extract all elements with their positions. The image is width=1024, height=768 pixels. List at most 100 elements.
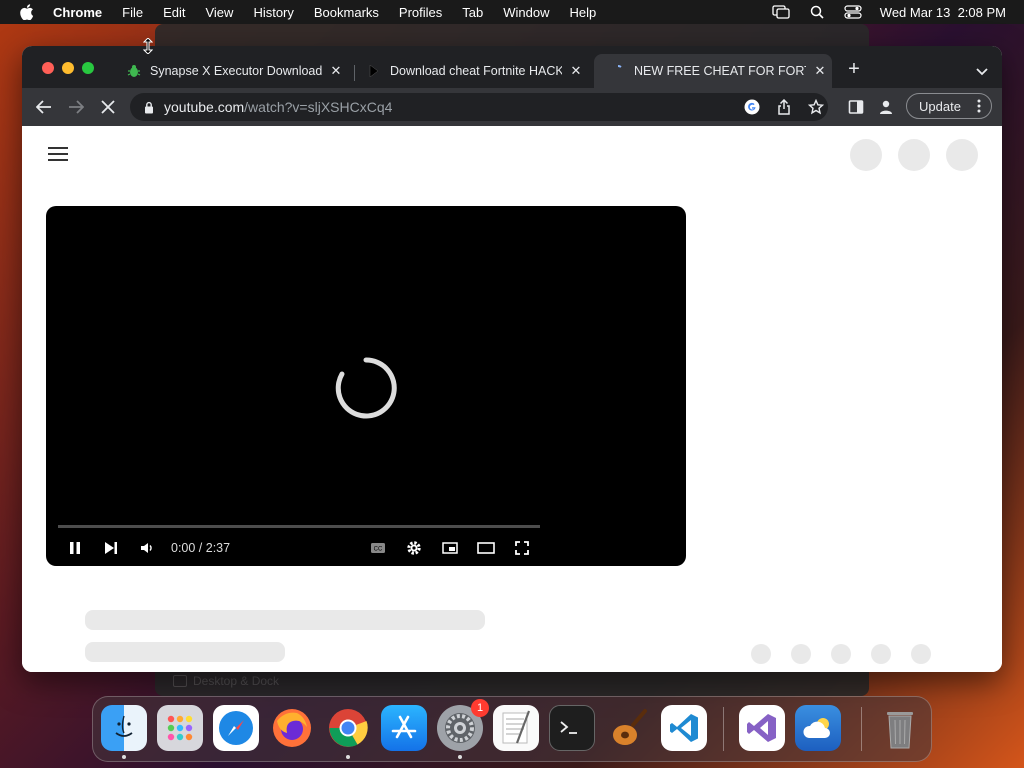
weather-icon[interactable] [795, 705, 841, 751]
lock-icon[interactable] [142, 100, 156, 114]
trash-icon[interactable] [877, 705, 923, 751]
background-window-label: Desktop & Dock [193, 674, 280, 688]
control-center-icon[interactable] [844, 4, 862, 20]
svg-text:CC: CC [374, 547, 383, 553]
launchpad-icon[interactable] [157, 705, 203, 751]
more-options-icon[interactable] [977, 99, 981, 113]
dock-separator [723, 707, 724, 751]
google-lens-icon[interactable] [744, 99, 760, 115]
resize-cursor-icon [142, 37, 154, 55]
captions-icon[interactable]: CC [369, 540, 387, 556]
miniplayer-icon[interactable] [441, 540, 459, 556]
update-button-label: Update [919, 98, 961, 114]
menu-edit[interactable]: Edit [163, 5, 185, 20]
menu-tab[interactable]: Tab [462, 5, 483, 20]
screen-mirroring-icon[interactable] [772, 4, 790, 20]
tab-close-icon[interactable]: ✕ [812, 63, 828, 79]
menu-profiles[interactable]: Profiles [399, 5, 442, 20]
running-indicator [122, 755, 126, 759]
chrome-icon[interactable] [325, 705, 371, 751]
url-path: /watch?v=sljXSHCxCq4 [244, 99, 393, 115]
vscode-icon[interactable] [661, 705, 707, 751]
system-settings-icon[interactable]: 1 [437, 699, 489, 751]
settings-gear-icon[interactable] [405, 540, 423, 556]
tab-title: NEW FREE CHEAT FOR FORTN [634, 64, 806, 78]
terminal-icon[interactable] [549, 705, 595, 751]
volume-icon[interactable] [140, 540, 154, 556]
video-player[interactable]: 0:00 / 2:37 CC [46, 206, 686, 566]
tab-strip: Synapse X Executor Download ✕ Download c… [22, 46, 1002, 88]
zoom-window-button[interactable] [82, 62, 94, 74]
background-window-item: Desktop & Dock [173, 674, 279, 688]
tab-fortnite-download[interactable]: Download cheat Fortnite HACK ✕ [366, 54, 588, 88]
dock: 1 [92, 696, 932, 762]
apple-menu-icon[interactable] [19, 4, 35, 20]
tab-synapse[interactable]: Synapse X Executor Download ✕ [126, 54, 352, 88]
bookmark-star-icon[interactable] [808, 99, 824, 115]
video-time-display: 0:00 / 2:37 [171, 541, 231, 555]
tab-close-icon[interactable]: ✕ [568, 63, 584, 79]
update-button[interactable]: Update [906, 93, 992, 119]
menu-window[interactable]: Window [503, 5, 549, 20]
garageband-icon[interactable] [605, 705, 651, 751]
notification-badge: 1 [471, 699, 489, 717]
tab-youtube-active[interactable]: NEW FREE CHEAT FOR FORTN ✕ [594, 54, 832, 88]
profile-avatar-icon[interactable] [878, 99, 894, 115]
running-indicator [346, 755, 350, 759]
tab-search-chevron-icon[interactable] [976, 63, 988, 76]
skeleton-title-bar [85, 610, 485, 630]
skeleton-subtitle-bar [85, 642, 285, 662]
stop-loading-icon[interactable] [98, 97, 118, 117]
hamburger-menu-icon[interactable] [48, 147, 68, 161]
spotlight-search-icon[interactable] [808, 4, 826, 20]
skeleton-placeholder-circle [946, 139, 978, 171]
menu-bookmarks[interactable]: Bookmarks [314, 5, 379, 20]
back-arrow-icon[interactable] [34, 97, 54, 117]
play-icon [366, 63, 382, 79]
menu-app-name[interactable]: Chrome [53, 5, 102, 20]
tab-title: Download cheat Fortnite HACK [390, 64, 562, 78]
url-text[interactable]: youtube.com/watch?v=sljXSHCxCq4 [164, 99, 392, 115]
firefox-icon[interactable] [269, 705, 315, 751]
theater-mode-icon[interactable] [477, 540, 495, 556]
forward-arrow-icon[interactable] [66, 97, 86, 117]
skeleton-dot [871, 644, 891, 664]
dock-separator [861, 707, 862, 751]
next-video-icon[interactable] [104, 540, 118, 556]
loading-icon [610, 63, 626, 79]
minimize-window-button[interactable] [62, 62, 74, 74]
finder-icon[interactable] [101, 705, 147, 751]
tab-close-icon[interactable]: ✕ [328, 63, 344, 79]
loading-spinner-icon [332, 354, 400, 422]
browser-toolbar: youtube.com/watch?v=sljXSHCxCq4 Update [22, 88, 1002, 126]
desktop-dock-icon [173, 675, 187, 687]
side-panel-icon[interactable] [848, 99, 864, 115]
safari-icon[interactable] [213, 705, 259, 751]
page-content: 0:00 / 2:37 CC [22, 126, 1002, 672]
video-progress-bar[interactable] [58, 525, 540, 528]
skeleton-dot [911, 644, 931, 664]
share-icon[interactable] [776, 99, 792, 115]
menu-view[interactable]: View [205, 5, 233, 20]
menubar-clock[interactable]: Wed Mar 13 2:08 PM [880, 5, 1006, 20]
menu-help[interactable]: Help [570, 5, 597, 20]
close-window-button[interactable] [42, 62, 54, 74]
url-host: youtube.com [164, 99, 245, 115]
visual-studio-icon[interactable] [739, 705, 785, 751]
tab-separator [354, 65, 355, 81]
running-indicator [458, 755, 462, 759]
new-tab-icon[interactable]: + [846, 59, 862, 79]
app-store-icon[interactable] [381, 705, 427, 751]
skeleton-placeholder-circle [898, 139, 930, 171]
pause-icon[interactable] [68, 540, 82, 556]
menu-file[interactable]: File [122, 5, 143, 20]
menu-bar: Chrome File Edit View History Bookmarks … [0, 0, 1024, 24]
menu-history[interactable]: History [253, 5, 293, 20]
skeleton-placeholder-circle [850, 139, 882, 171]
bug-icon [126, 63, 142, 79]
tab-title: Synapse X Executor Download [150, 64, 322, 78]
fullscreen-icon[interactable] [513, 540, 531, 556]
address-bar[interactable]: youtube.com/watch?v=sljXSHCxCq4 [130, 93, 828, 121]
textedit-icon[interactable] [493, 705, 539, 751]
browser-window: Synapse X Executor Download ✕ Download c… [22, 46, 1002, 672]
